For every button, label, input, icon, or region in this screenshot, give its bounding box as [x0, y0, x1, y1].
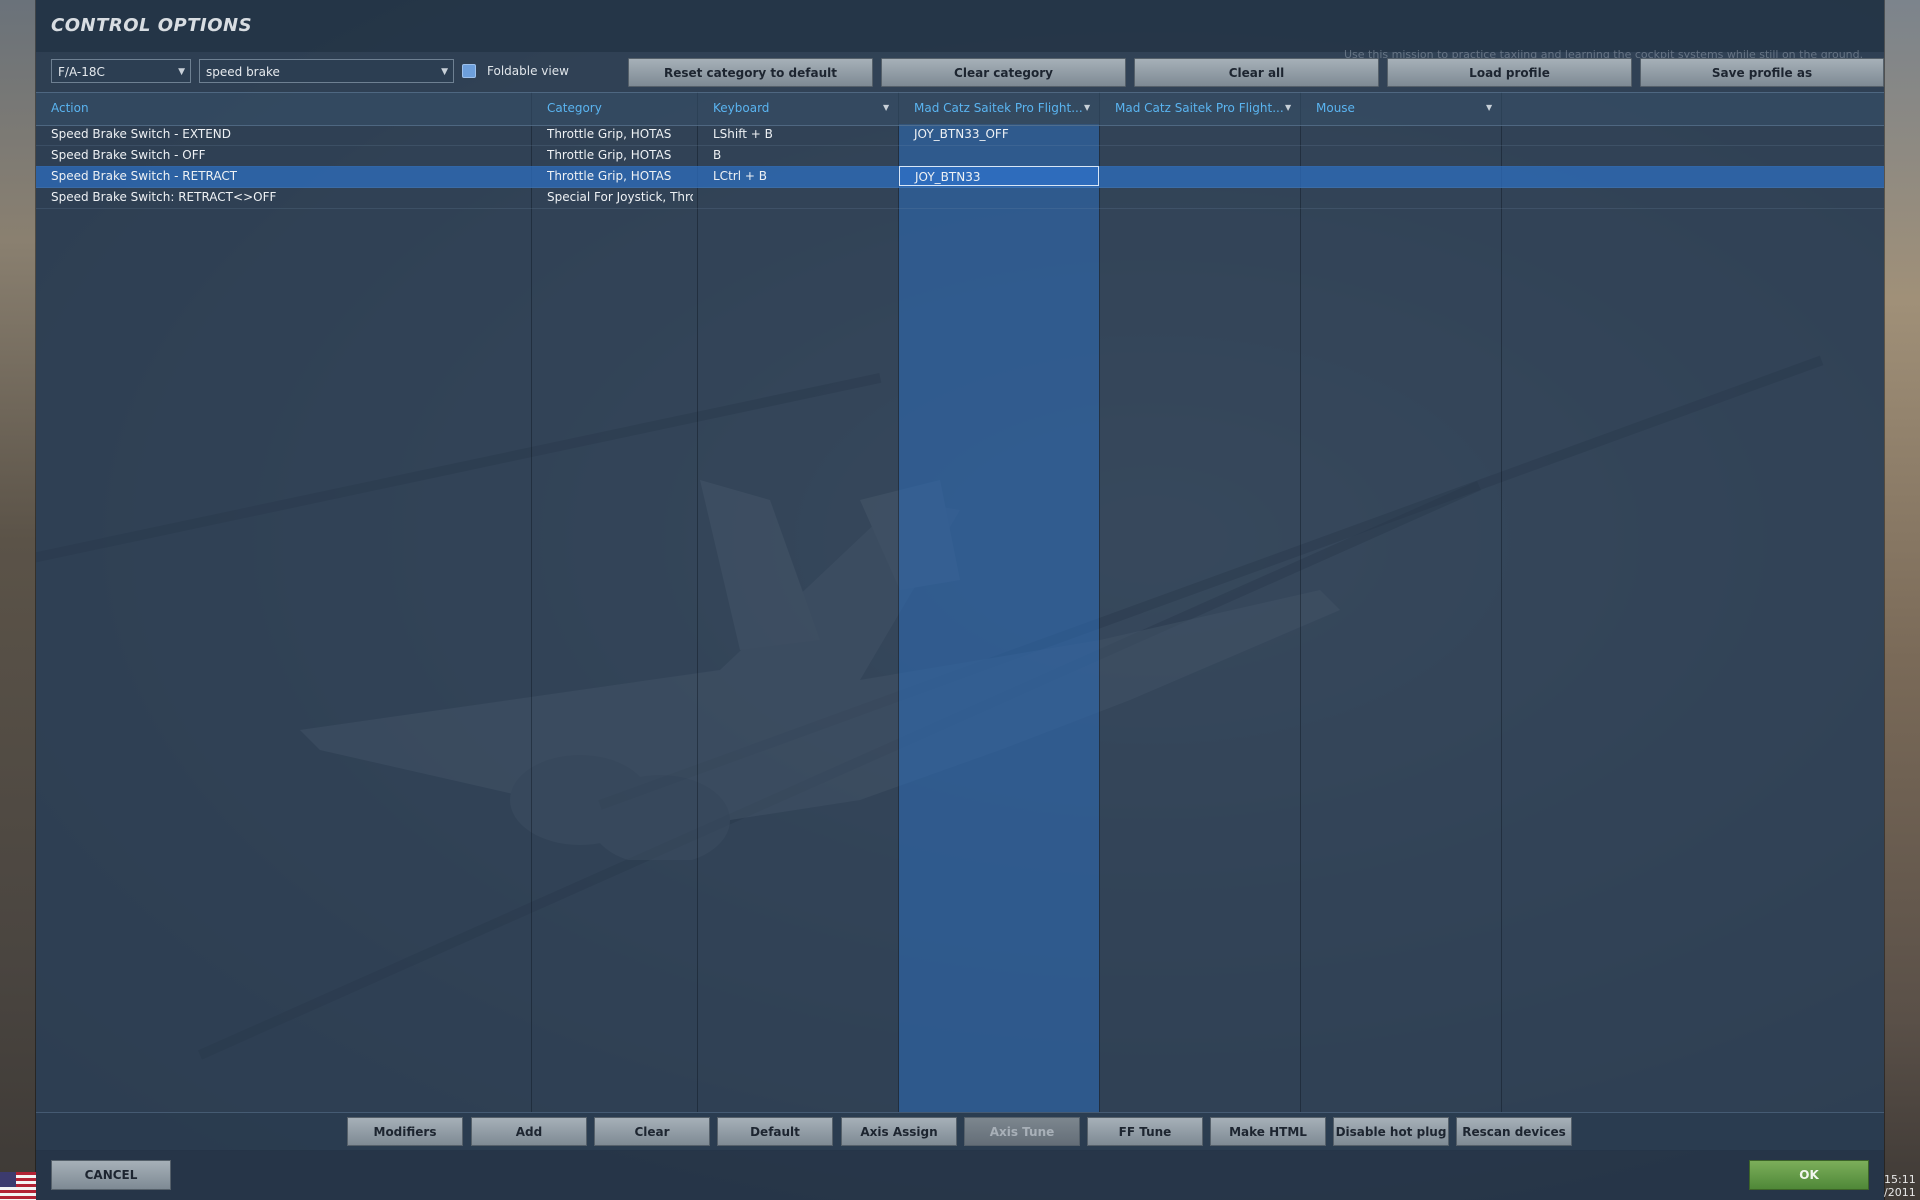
action-bar: Modifiers Add Clear Default Axis Assign … [36, 1112, 1884, 1151]
chevron-down-icon[interactable]: ▼ [1486, 103, 1492, 112]
ok-button[interactable]: OK [1749, 1160, 1869, 1190]
header-action[interactable]: Action [51, 101, 89, 115]
bindings-table: Action Category Keyboard ▼ Mad Catz Sait… [36, 92, 1884, 1112]
chevron-down-icon[interactable]: ▼ [1285, 103, 1291, 112]
foldable-view-checkbox[interactable] [462, 64, 476, 78]
left-background-strip [0, 0, 36, 1200]
chevron-down-icon: ▼ [441, 67, 448, 77]
keyboard-cell[interactable]: LShift + B [713, 127, 773, 141]
action-cell: Speed Brake Switch - OFF [51, 148, 206, 162]
selected-column-highlight [899, 124, 1099, 1112]
column-divider [697, 92, 698, 1112]
cancel-button[interactable]: CANCEL [51, 1160, 171, 1190]
column-divider [1501, 92, 1502, 1112]
header-joystick-2[interactable]: Mad Catz Saitek Pro Flight... [1115, 101, 1283, 115]
clock-time: 15:11 [1884, 1173, 1916, 1186]
column-divider [531, 92, 532, 1112]
right-background-strip [1884, 0, 1920, 1200]
action-cell: Speed Brake Switch - EXTEND [51, 127, 232, 141]
clock-date: /2011 [1884, 1186, 1916, 1199]
page-title: CONTROL OPTIONS [51, 15, 253, 36]
axis-tune-button: Axis Tune [964, 1117, 1080, 1146]
disable-hot-plug-button[interactable]: Disable hot plug [1333, 1117, 1449, 1146]
load-profile-button[interactable]: Load profile [1387, 58, 1632, 87]
chevron-down-icon: ▼ [178, 67, 185, 77]
us-flag-icon [0, 1172, 36, 1200]
category-cell: Throttle Grip, HOTAS [547, 169, 672, 183]
reset-category-button[interactable]: Reset category to default [628, 58, 873, 87]
axis-assign-button[interactable]: Axis Assign [841, 1117, 957, 1146]
table-row-selected[interactable]: Speed Brake Switch - RETRACT Throttle Gr… [36, 166, 1884, 188]
action-cell: Speed Brake Switch: RETRACT<>OFF [51, 190, 277, 204]
table-row[interactable]: Speed Brake Switch - EXTEND Throttle Gri… [36, 124, 1884, 146]
keyboard-cell[interactable]: B [713, 148, 721, 162]
dialog-footer: CANCEL OK [36, 1150, 1884, 1200]
add-button[interactable]: Add [471, 1117, 587, 1146]
table-row[interactable]: Speed Brake Switch - OFF Throttle Grip, … [36, 145, 1884, 167]
column-divider [898, 92, 899, 1112]
joystick-1-cell[interactable] [899, 145, 1099, 165]
chevron-down-icon[interactable]: ▼ [1084, 103, 1090, 112]
category-cell: Throttle Grip, HOTAS [547, 127, 672, 141]
header-mouse[interactable]: Mouse [1316, 101, 1476, 115]
control-options-dialog: CONTROL OPTIONS Use this mission to prac… [36, 0, 1884, 1200]
clear-all-button[interactable]: Clear all [1134, 58, 1379, 87]
category-cell: Throttle Grip, HOTAS [547, 148, 672, 162]
table-row[interactable]: Speed Brake Switch: RETRACT<>OFF Special… [36, 187, 1884, 209]
category-filter-value: speed brake [206, 65, 280, 79]
title-bar: CONTROL OPTIONS [36, 0, 1884, 52]
save-profile-as-button[interactable]: Save profile as [1640, 58, 1884, 87]
category-cell: Special For Joystick, Throt [547, 190, 693, 204]
toolbar: F/A-18C ▼ speed brake ▼ Foldable view Re… [36, 52, 1884, 92]
table-header: Action Category Keyboard ▼ Mad Catz Sait… [36, 92, 1884, 126]
aircraft-select-value: F/A-18C [58, 65, 105, 79]
clear-button[interactable]: Clear [594, 1117, 710, 1146]
column-divider [1099, 92, 1100, 1112]
aircraft-select[interactable]: F/A-18C ▼ [51, 59, 191, 83]
foldable-view-label: Foldable view [487, 64, 569, 78]
keyboard-cell[interactable]: LCtrl + B [713, 169, 767, 183]
action-cell: Speed Brake Switch - RETRACT [51, 169, 238, 183]
default-button[interactable]: Default [717, 1117, 833, 1146]
modifiers-button[interactable]: Modifiers [347, 1117, 463, 1146]
column-divider [1300, 92, 1301, 1112]
ff-tune-button[interactable]: FF Tune [1087, 1117, 1203, 1146]
joystick-1-cell[interactable] [899, 187, 1099, 207]
header-category[interactable]: Category [547, 101, 602, 115]
header-joystick-1[interactable]: Mad Catz Saitek Pro Flight... [914, 101, 1082, 115]
taskbar-clock: 15:11 /2011 [1884, 1173, 1920, 1199]
joystick-1-value: JOY_BTN33 [915, 170, 981, 184]
header-keyboard[interactable]: Keyboard [713, 101, 873, 115]
category-filter-select[interactable]: speed brake ▼ [199, 59, 454, 83]
clear-category-button[interactable]: Clear category [881, 58, 1126, 87]
make-html-button[interactable]: Make HTML [1210, 1117, 1326, 1146]
chevron-down-icon[interactable]: ▼ [883, 103, 889, 112]
joystick-1-cell-selected[interactable]: JOY_BTN33 [899, 166, 1099, 186]
joystick-1-value: JOY_BTN33_OFF [914, 127, 1009, 141]
joystick-1-cell[interactable]: JOY_BTN33_OFF [899, 124, 1099, 144]
rescan-devices-button[interactable]: Rescan devices [1456, 1117, 1572, 1146]
